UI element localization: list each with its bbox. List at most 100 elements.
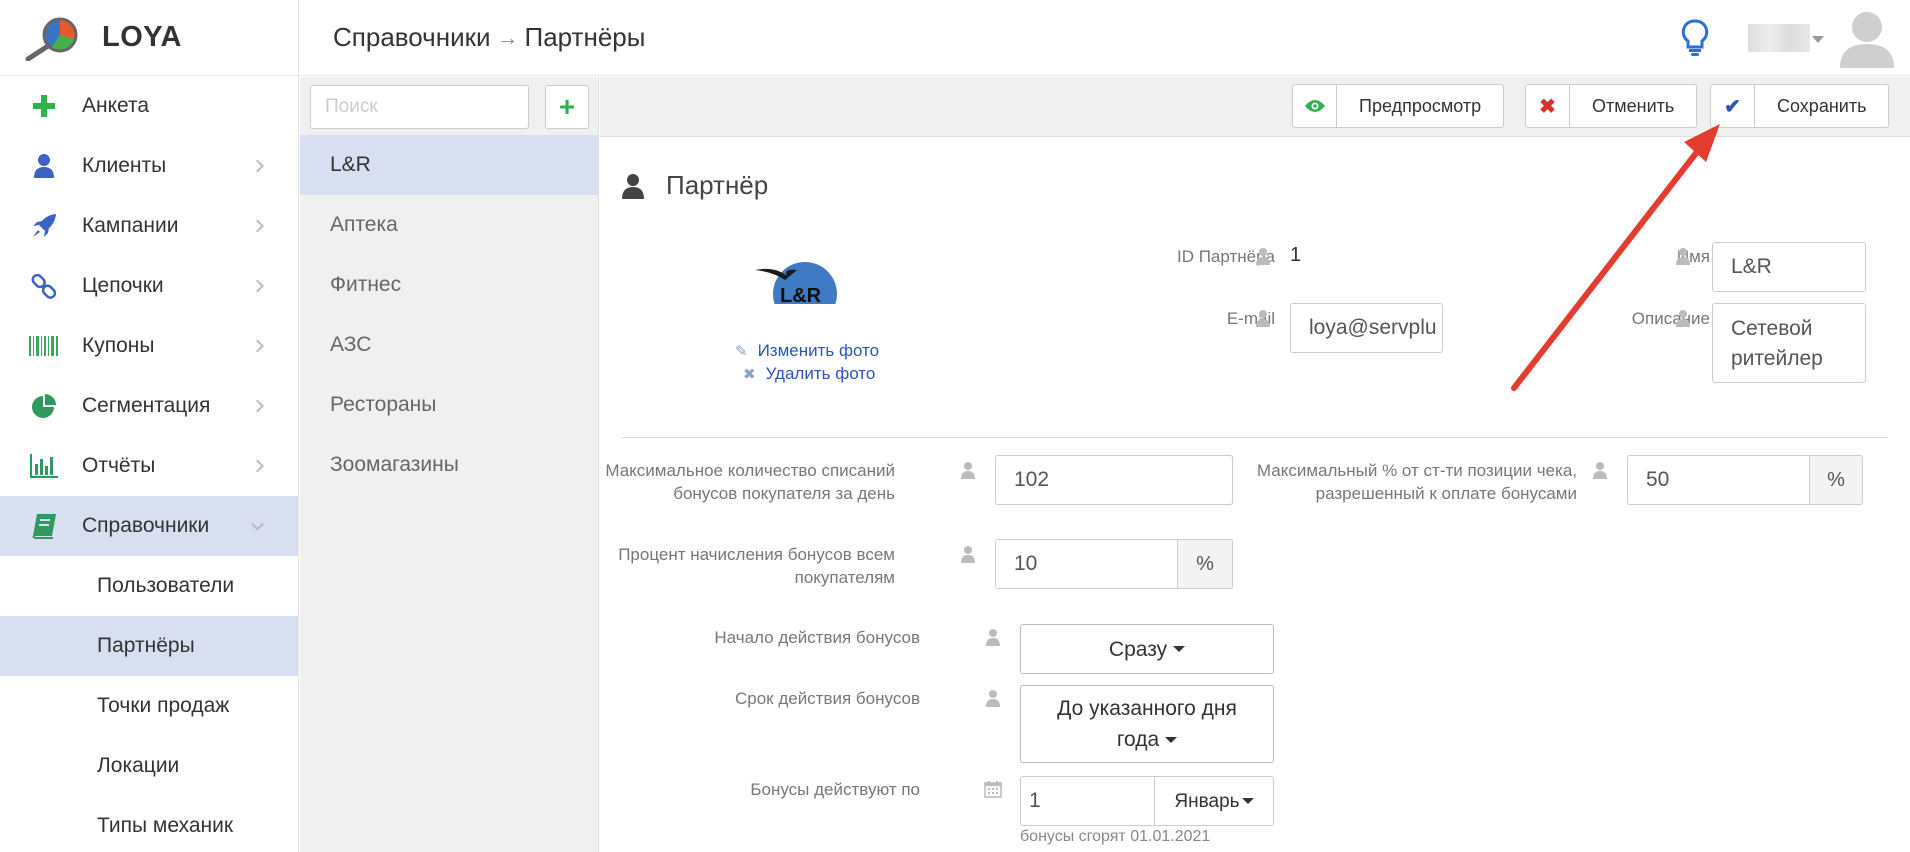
person-icon: [986, 690, 1000, 707]
bonus-start-label: Начало действия бонусов: [714, 628, 920, 647]
add-partner-button[interactable]: +: [545, 85, 589, 129]
sidebar-item-coupons[interactable]: Купоны: [0, 316, 298, 376]
breadcrumb-arrow-icon: →: [496, 24, 519, 50]
user-name-blurred[interactable]: [1748, 24, 1810, 52]
person-icon: [961, 462, 975, 479]
list-item[interactable]: АЗС: [300, 315, 598, 375]
partner-logo-image: L&R: [745, 262, 845, 316]
chevron-right-icon: [251, 339, 264, 353]
preview-button-label: Предпросмотр: [1359, 95, 1482, 116]
bonus-validity-dropdown[interactable]: До указанного дня года: [1020, 685, 1274, 763]
caret-down-icon: [1173, 646, 1186, 652]
app-name: LOYA: [102, 21, 182, 53]
sidebar-item-label: Клиенты: [82, 154, 167, 177]
list-item[interactable]: Зоомагазины: [300, 435, 598, 495]
user-icon: [29, 151, 59, 181]
sidebar-subitem-points-of-sale[interactable]: Точки продаж: [0, 676, 298, 736]
chevron-right-icon: [251, 279, 264, 293]
label-line: бонусов покупателя за день: [673, 484, 895, 503]
bonus-start-value: Сразу: [1108, 637, 1168, 661]
max-percent-field[interactable]: 50: [1627, 455, 1810, 505]
sidebar-item-label: Купоны: [82, 334, 155, 357]
svg-text:L&R: L&R: [780, 285, 822, 307]
person-icon: [1256, 310, 1270, 327]
caret-down-icon[interactable]: [1812, 36, 1824, 43]
close-icon: ✖: [1526, 85, 1570, 127]
sidebar-subitem-label: Партнёры: [97, 634, 195, 657]
valid-until-month-dropdown[interactable]: Январь: [1154, 776, 1274, 826]
sidebar-subitem-mechanic-types[interactable]: Типы механик: [0, 796, 298, 852]
person-icon: [986, 629, 1000, 646]
delete-photo-link[interactable]: ✖ Удалить фото: [743, 364, 875, 384]
chevron-down-icon: [251, 517, 264, 531]
sidebar-item-campaigns[interactable]: Кампании: [0, 196, 298, 256]
search-input[interactable]: [310, 85, 529, 129]
label-line: Максимальный % от ст-ти позиции чека,: [1256, 461, 1577, 480]
sidebar-item-chains[interactable]: Цепочки: [0, 256, 298, 316]
sidebar-item-reports[interactable]: Отчёты: [0, 436, 298, 496]
divider: [622, 437, 1888, 438]
sidebar-item-label: Анкета: [82, 94, 150, 117]
cancel-button[interactable]: ✖ Отменить: [1525, 84, 1698, 128]
save-button[interactable]: ✔ Сохранить: [1710, 84, 1890, 128]
chevron-right-icon: [251, 399, 264, 413]
section-title: Партнёр: [622, 170, 768, 201]
form-toolbar: Предпросмотр ✖ Отменить ✔ Сохранить: [600, 77, 1910, 137]
sidebar-item-references[interactable]: Справочники: [0, 496, 298, 556]
preview-button[interactable]: Предпросмотр: [1292, 84, 1505, 128]
sidebar-item-label: Цепочки: [82, 274, 164, 297]
sidebar-item-label: Отчёты: [82, 454, 156, 477]
sidebar-item-clients[interactable]: Клиенты: [0, 136, 298, 196]
breadcrumb-current: Партнёры: [524, 22, 646, 52]
valid-until-label: Бонусы действуют по: [750, 780, 920, 799]
valid-until-day-field[interactable]: 1: [1020, 776, 1155, 826]
pencil-icon: ✎: [735, 343, 748, 360]
label-line: разрешенный к оплате бонусами: [1315, 484, 1577, 503]
sidebar-subitem-label: Точки продаж: [97, 694, 230, 717]
rocket-icon: [29, 211, 59, 241]
list-item[interactable]: L&R: [300, 135, 598, 195]
barcode-icon: [29, 331, 59, 361]
email-field[interactable]: loya@servplu: [1290, 303, 1443, 353]
description-line: ритейлер: [1731, 347, 1823, 370]
sidebar-subitem-locations[interactable]: Локации: [0, 736, 298, 796]
breadcrumb-parent[interactable]: Справочники: [333, 22, 491, 53]
sidebar-subitem-label: Пользователи: [97, 574, 235, 597]
remove-icon: ✖: [743, 366, 756, 383]
sidebar-subitem-users[interactable]: Пользователи: [0, 556, 298, 616]
max-writeoffs-field[interactable]: 102: [995, 455, 1233, 505]
caret-down-icon: [1165, 737, 1178, 744]
label-line: покупателям: [794, 568, 895, 587]
caret-down-icon: [1241, 798, 1254, 804]
sidebar-subitem-label: Типы механик: [97, 814, 234, 837]
delete-photo-label: Удалить фото: [765, 364, 876, 383]
expiry-hint: бонусы сгорят 01.01.2021: [1020, 828, 1211, 845]
chevron-right-icon: [251, 159, 264, 173]
breadcrumb: Справочники → Партнёры: [333, 22, 645, 53]
lightbulb-icon[interactable]: [1680, 18, 1710, 58]
bar-chart-icon: [29, 451, 59, 481]
max-percent-label: Максимальный % от ст-ти позиции чека, ра…: [1257, 459, 1577, 505]
list-item[interactable]: Фитнес: [300, 255, 598, 315]
description-field[interactable]: Сетевой ритейлер: [1712, 303, 1866, 383]
bonus-start-dropdown[interactable]: Сразу: [1020, 624, 1274, 674]
sidebar-item-label: Кампании: [82, 214, 179, 237]
accrual-percent-field[interactable]: 10: [995, 539, 1178, 589]
list-item[interactable]: Рестораны: [300, 375, 598, 435]
percent-addon: %: [1177, 539, 1233, 589]
sidebar-item-survey[interactable]: Анкета: [0, 76, 298, 136]
chain-link-icon: [29, 271, 59, 301]
change-photo-label: Изменить фото: [757, 341, 880, 360]
person-icon: [1256, 248, 1270, 265]
bonus-validity-label: Срок действия бонусов: [734, 689, 920, 708]
user-avatar[interactable]: [1840, 10, 1894, 68]
sidebar: LOYA Анкета Клиенты Кампании Цепочки Куп…: [0, 0, 299, 852]
name-field[interactable]: L&R: [1712, 242, 1866, 292]
change-photo-link[interactable]: ✎ Изменить фото: [735, 341, 879, 361]
valid-until-month-value: Январь: [1174, 790, 1240, 812]
chevron-right-icon: [251, 459, 264, 473]
sidebar-subitem-partners[interactable]: Партнёры: [0, 616, 298, 676]
logo[interactable]: LOYA: [0, 0, 298, 76]
sidebar-item-segmentation[interactable]: Сегментация: [0, 376, 298, 436]
list-item[interactable]: Аптека: [300, 195, 598, 255]
